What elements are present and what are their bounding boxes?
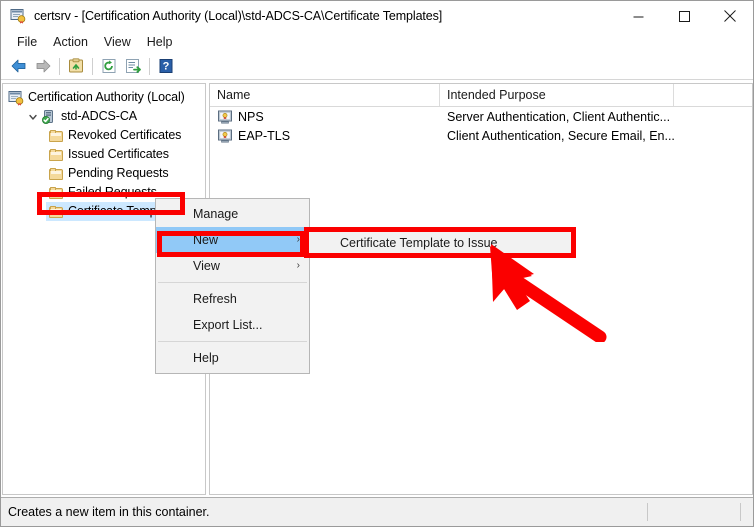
list-cell-text: EAP-TLS xyxy=(238,128,291,143)
list-cell-purpose: Client Authentication, Secure Email, En.… xyxy=(447,128,674,143)
back-icon[interactable] xyxy=(7,54,31,78)
ca-server-icon xyxy=(41,109,57,125)
maximize-button[interactable] xyxy=(661,1,707,31)
tree-item-label: std-ADCS-CA xyxy=(61,109,137,123)
tree-item-issued-certificates[interactable]: Issued Certificates xyxy=(3,145,205,164)
context-menu-item-help[interactable]: Help xyxy=(156,345,309,371)
context-menu-item-manage[interactable]: Manage xyxy=(156,201,309,227)
toolbar-separator xyxy=(149,57,150,75)
minimize-button[interactable] xyxy=(615,1,661,31)
status-bar-text: Creates a new item in this container. xyxy=(8,505,210,519)
context-menu-separator xyxy=(158,282,307,283)
tree-item-certification-authority[interactable]: Certification Authority (Local) xyxy=(3,88,205,107)
context-menu-item-label: New xyxy=(193,233,219,247)
folder-icon xyxy=(48,166,64,182)
list-row[interactable]: NPS Server Authentication, Client Authen… xyxy=(210,107,752,126)
menu-bar: File Action View Help xyxy=(1,31,753,53)
forward-icon[interactable] xyxy=(31,54,55,78)
tree-item-label: Pending Requests xyxy=(68,166,169,180)
list-row[interactable]: EAP-TLS Client Authentication, Secure Em… xyxy=(210,126,752,145)
title-bar: certsrv - [Certification Authority (Loca… xyxy=(1,1,753,31)
column-header-intended-purpose[interactable]: Intended Purpose xyxy=(440,84,674,106)
certification-authority-icon xyxy=(10,8,26,24)
tree-item-revoked-certificates[interactable]: Revoked Certificates xyxy=(3,126,205,145)
context-menu-separator xyxy=(158,341,307,342)
chevron-down-icon[interactable] xyxy=(25,109,41,125)
folder-icon xyxy=(48,185,64,201)
close-button[interactable] xyxy=(707,1,753,31)
window-controls xyxy=(615,1,753,31)
folder-icon xyxy=(48,128,64,144)
status-bar: Creates a new item in this container. xyxy=(1,497,753,526)
status-bar-separator xyxy=(740,503,741,521)
context-menu-item-refresh[interactable]: Refresh xyxy=(156,286,309,312)
chevron-right-icon: › xyxy=(296,260,300,271)
tree-item-label: Certification Authority (Local) xyxy=(28,90,185,104)
toolbar: ? xyxy=(1,53,753,80)
submenu-item-certificate-template-to-issue[interactable]: Certificate Template to Issue xyxy=(308,236,497,250)
help-icon[interactable]: ? xyxy=(154,54,178,78)
context-menu-item-label: Export List... xyxy=(193,318,263,332)
tree-item-label: Certificate Templ xyxy=(68,204,160,218)
list-header: Name Intended Purpose xyxy=(210,84,752,107)
context-menu-item-new[interactable]: New › xyxy=(156,227,309,253)
tree-item-std-adcs-ca[interactable]: std-ADCS-CA xyxy=(3,107,205,126)
folder-icon xyxy=(48,204,64,220)
certificate-template-icon xyxy=(217,128,233,144)
window-title: certsrv - [Certification Authority (Loca… xyxy=(34,9,443,23)
list-cell-name: NPS xyxy=(210,109,440,125)
chevron-right-icon: › xyxy=(296,234,300,245)
tree-item-label: Failed Requests xyxy=(68,185,157,199)
new-submenu: Certificate Template to Issue xyxy=(307,229,573,256)
menu-help[interactable]: Help xyxy=(139,33,181,51)
tree-item-label: Revoked Certificates xyxy=(68,128,182,142)
context-menu-item-label: Refresh xyxy=(193,292,237,306)
show-hide-console-tree-icon[interactable] xyxy=(64,54,88,78)
refresh-icon[interactable] xyxy=(97,54,121,78)
export-list-icon[interactable] xyxy=(121,54,145,78)
menu-action[interactable]: Action xyxy=(45,33,96,51)
context-menu-item-label: Manage xyxy=(193,207,239,221)
toolbar-separator xyxy=(59,57,60,75)
status-bar-separator xyxy=(647,503,648,521)
toolbar-separator xyxy=(92,57,93,75)
tree-item-pending-requests[interactable]: Pending Requests xyxy=(3,164,205,183)
list-cell-name: EAP-TLS xyxy=(210,128,440,144)
context-menu-item-export-list[interactable]: Export List... xyxy=(156,312,309,338)
tree-item-label: Issued Certificates xyxy=(68,147,169,161)
content-area: Certification Authority (Local) std-ADCS… xyxy=(1,81,753,497)
menu-view[interactable]: View xyxy=(96,33,139,51)
console-root-icon xyxy=(8,90,24,106)
list-cell-purpose: Server Authentication, Client Authentic.… xyxy=(447,109,671,124)
svg-text:?: ? xyxy=(163,61,170,73)
certsrv-window: certsrv - [Certification Authority (Loca… xyxy=(0,0,754,527)
context-menu: Manage New › View › Refresh Export List.… xyxy=(155,198,310,374)
context-menu-item-label: View xyxy=(193,259,220,273)
context-menu-item-view[interactable]: View › xyxy=(156,253,309,279)
menu-file[interactable]: File xyxy=(9,33,45,51)
context-menu-item-label: Help xyxy=(193,351,219,365)
certificate-template-icon xyxy=(217,109,233,125)
list-cell-text: NPS xyxy=(238,109,264,124)
column-header-name[interactable]: Name xyxy=(210,84,440,106)
folder-icon xyxy=(48,147,64,163)
